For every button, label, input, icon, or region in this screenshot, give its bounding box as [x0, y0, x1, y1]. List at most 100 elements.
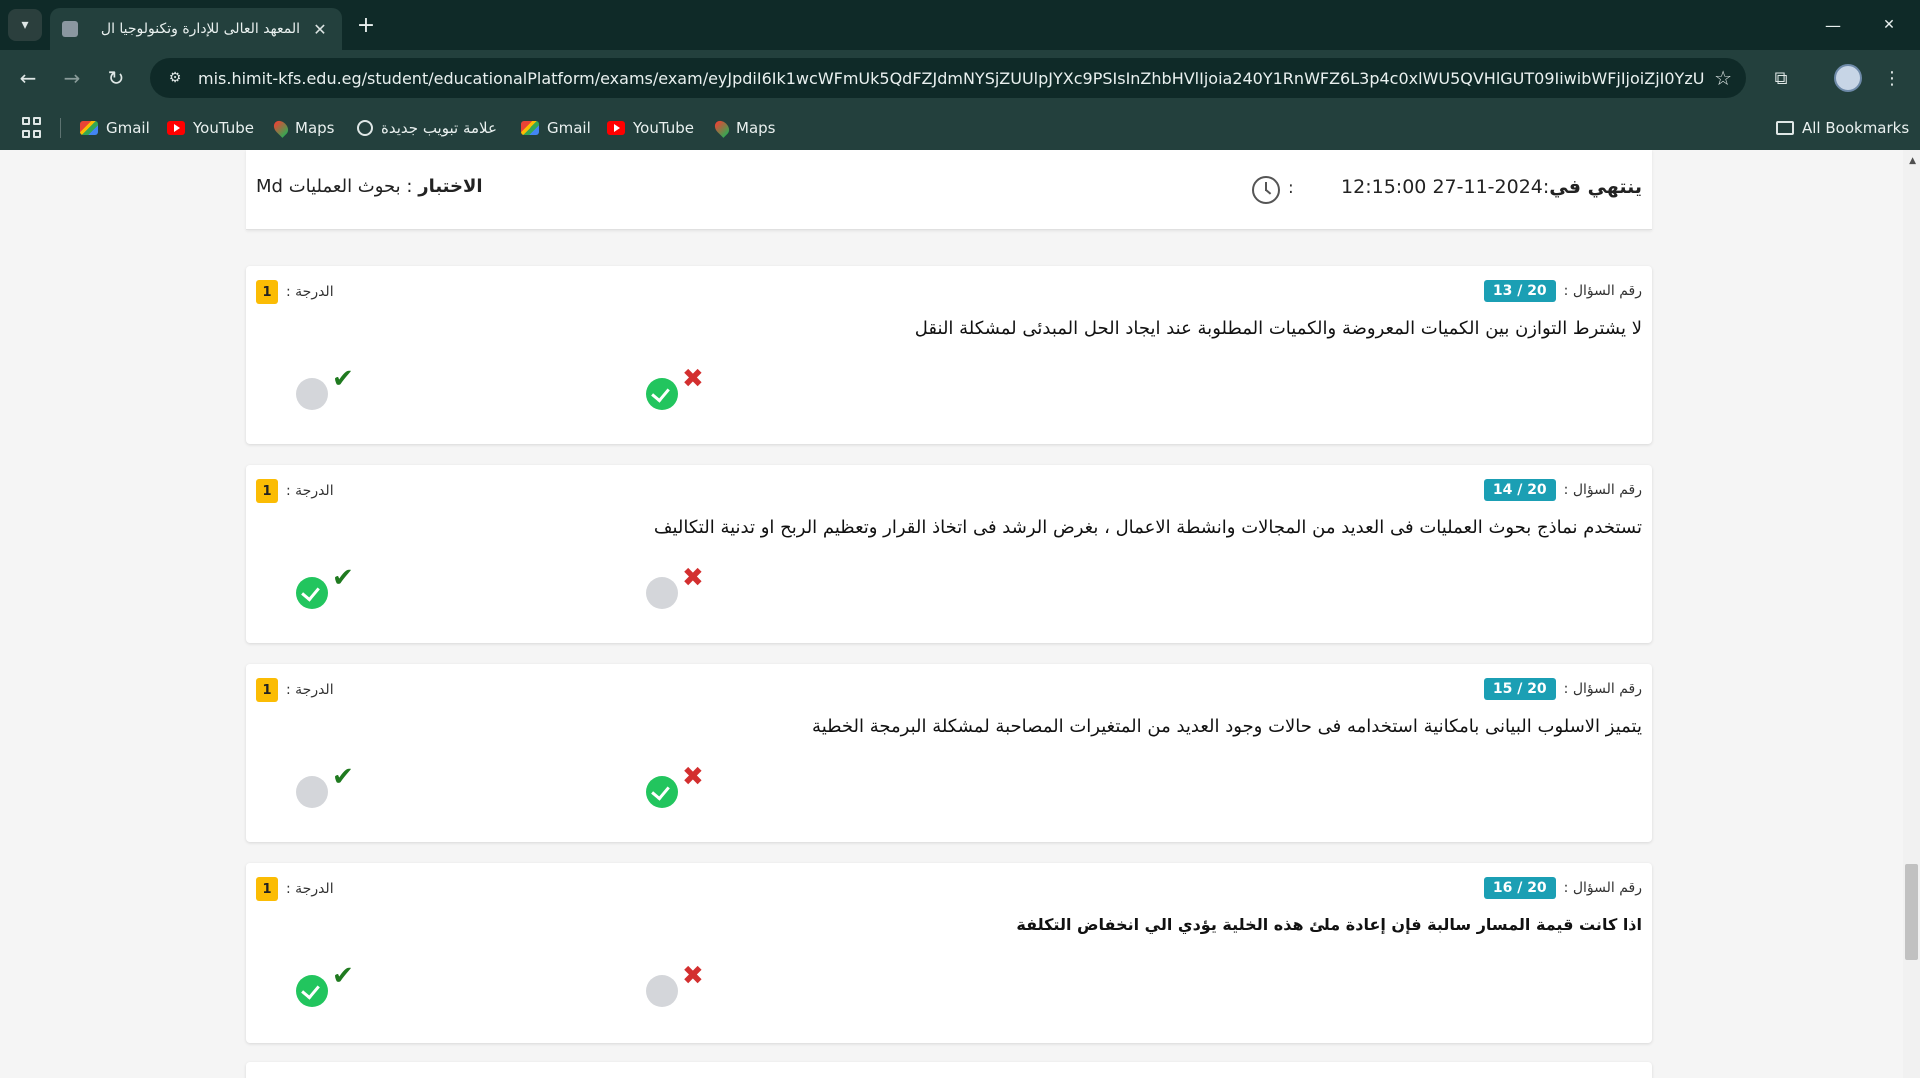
question-text: اذا كانت قيمة المسار سالبة فإن إعادة ملئ… [1016, 915, 1642, 934]
grade-badge: 1 [256, 280, 278, 304]
question-number-badge: 14 / 20 [1483, 479, 1556, 501]
bookmark-label: Gmail [106, 119, 150, 137]
grade-badge: 1 [256, 678, 278, 702]
question-number-label: رقم السؤال : [1563, 283, 1642, 299]
answer-option-false[interactable]: ✖ [646, 366, 726, 416]
bookmark-maps[interactable]: Maps [271, 116, 335, 140]
globe-icon [357, 120, 373, 136]
bookmark-gmail[interactable]: Gmail [80, 116, 150, 140]
extensions-icon[interactable]: ⧉ [1765, 62, 1797, 94]
scrollbar-thumb[interactable] [1905, 864, 1918, 960]
question-number-label: رقم السؤال : [1563, 482, 1642, 498]
folder-icon [1776, 121, 1794, 135]
browser-toolbar: ← → ↻ ⚙ mis.himit-kfs.edu.eg/student/edu… [0, 50, 1920, 106]
browser-tab-active[interactable]: المعهد العالى للإدارة وتكنولوجيا ال ✕ [50, 8, 342, 50]
answer-option-false[interactable]: ✖ [646, 963, 726, 1013]
bookmark-label: YouTube [633, 119, 694, 137]
bookmark-star-icon[interactable]: ☆ [1714, 66, 1732, 90]
browser-titlebar: ▾ المعهد العالى للإدارة وتكنولوجيا ال ✕ … [0, 0, 1920, 50]
question-number: رقم السؤال : 15 / 20 [1483, 678, 1642, 700]
tab-title: المعهد العالى للإدارة وتكنولوجيا ال [100, 21, 300, 37]
check-mark-icon: ✔ [332, 961, 354, 991]
question-grade: 1 الدرجة : [256, 678, 334, 702]
bookmarks-bar: Gmail YouTube Maps علامة تبويب جديدة Gma… [0, 106, 1920, 150]
check-mark-icon: ✔ [332, 563, 354, 593]
bookmark-new-tab[interactable]: علامة تبويب جديدة [357, 116, 497, 140]
answer-option-true[interactable]: ✔ [296, 963, 376, 1013]
answer-option-true[interactable]: ✔ [296, 565, 376, 615]
url-text[interactable]: mis.himit-kfs.edu.eg/student/educational… [198, 69, 1704, 88]
radio-true[interactable] [296, 776, 328, 808]
answer-option-false[interactable]: ✖ [646, 764, 726, 814]
cross-mark-icon: ✖ [682, 563, 704, 593]
end-time-value: 2024-11-27 12:15:00 [1341, 176, 1543, 198]
question-number-label: رقم السؤال : [1563, 880, 1642, 896]
cross-mark-icon: ✖ [682, 364, 704, 394]
gmail-icon [80, 121, 98, 135]
question-number: رقم السؤال : 16 / 20 [1483, 877, 1642, 899]
answer-option-false[interactable]: ✖ [646, 565, 726, 615]
bookmark-label: Maps [736, 119, 776, 137]
radio-false-selected[interactable] [646, 378, 678, 410]
back-icon[interactable]: ← [12, 62, 44, 94]
new-tab-button[interactable]: + [352, 11, 380, 39]
question-grade: 1 الدرجة : [256, 877, 334, 901]
grade-badge: 1 [256, 479, 278, 503]
radio-false-selected[interactable] [646, 776, 678, 808]
all-bookmarks-button[interactable]: All Bookmarks [1776, 116, 1909, 140]
scroll-up-icon[interactable]: ▲ [1909, 156, 1916, 166]
question-number-label: رقم السؤال : [1563, 681, 1642, 697]
bookmark-gmail-2[interactable]: Gmail [521, 116, 591, 140]
maps-icon [271, 118, 291, 138]
close-window-icon[interactable]: ✕ [1861, 0, 1917, 50]
question-number-badge: 16 / 20 [1483, 877, 1556, 899]
site-info-icon[interactable]: ⚙ [164, 67, 186, 89]
question-card-next [246, 1062, 1652, 1078]
cross-mark-icon: ✖ [682, 961, 704, 991]
radio-false[interactable] [646, 577, 678, 609]
bookmarks-divider [60, 118, 61, 138]
bookmark-label: YouTube [193, 119, 254, 137]
tab-search-chevron-icon[interactable]: ▾ [8, 9, 42, 41]
radio-true-selected[interactable] [296, 975, 328, 1007]
bookmark-maps-2[interactable]: Maps [712, 116, 776, 140]
exam-end-time: ينتهي في:2024-11-27 12:15:00 [1341, 176, 1642, 198]
radio-false[interactable] [646, 975, 678, 1007]
bookmark-youtube[interactable]: YouTube [167, 116, 254, 140]
maps-icon [712, 118, 732, 138]
bookmark-youtube-2[interactable]: YouTube [607, 116, 694, 140]
all-bookmarks-label: All Bookmarks [1802, 119, 1910, 137]
grade-label: الدرجة : [286, 682, 334, 698]
question-grade: 1 الدرجة : [256, 280, 334, 304]
exam-header: ينتهي في:2024-11-27 12:15:00 : الاختبار … [246, 150, 1652, 230]
question-grade: 1 الدرجة : [256, 479, 334, 503]
bookmark-label: Maps [295, 119, 335, 137]
question-text: يتميز الاسلوب البيانى بامكانية استخدامه … [812, 716, 1642, 737]
answer-option-true[interactable]: ✔ [296, 366, 376, 416]
youtube-icon [607, 121, 625, 135]
tab-close-icon[interactable]: ✕ [310, 20, 330, 39]
question-number-badge: 15 / 20 [1483, 678, 1556, 700]
forward-icon[interactable]: → [56, 62, 88, 94]
reload-icon[interactable]: ↻ [100, 62, 132, 94]
question-card: رقم السؤال : 15 / 20 1 الدرجة : يتميز الاس… [246, 664, 1652, 842]
exam-title-value: : بحوث العمليات Md [256, 176, 413, 197]
profile-avatar[interactable] [1834, 64, 1862, 92]
grade-label: الدرجة : [286, 483, 334, 499]
radio-true-selected[interactable] [296, 577, 328, 609]
gmail-icon [521, 121, 539, 135]
question-number-badge: 13 / 20 [1483, 280, 1556, 302]
end-time-label: ينتهي في [1549, 176, 1642, 198]
browser-menu-icon[interactable]: ⋮ [1876, 62, 1908, 94]
answer-option-true[interactable]: ✔ [296, 764, 376, 814]
clock-icon [1252, 176, 1280, 204]
bookmark-label: Gmail [547, 119, 591, 137]
minimize-icon[interactable]: — [1805, 0, 1861, 50]
tab-favicon-icon [62, 21, 78, 37]
question-card: رقم السؤال : 14 / 20 1 الدرجة : تستخدم نما… [246, 465, 1652, 643]
address-bar[interactable]: ⚙ mis.himit-kfs.edu.eg/student/education… [150, 58, 1746, 98]
radio-true[interactable] [296, 378, 328, 410]
exam-title-label: الاختبار [418, 176, 483, 197]
grade-label: الدرجة : [286, 881, 334, 897]
apps-grid-icon[interactable] [22, 117, 44, 139]
